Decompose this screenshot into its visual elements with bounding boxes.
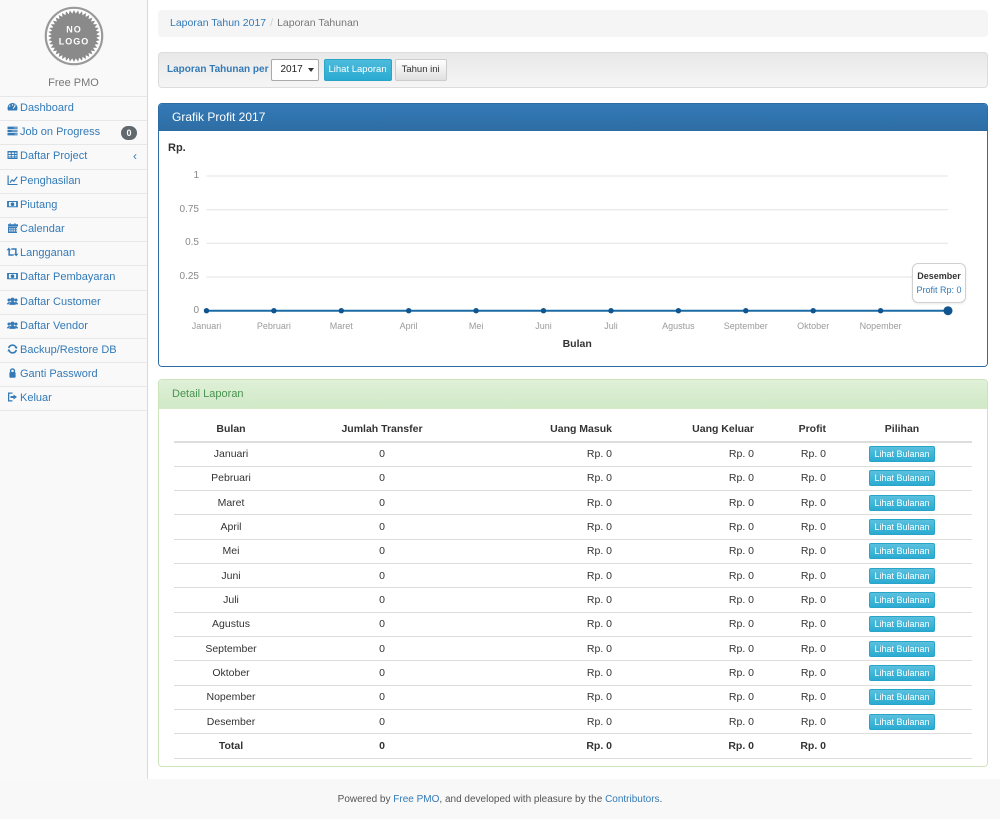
svg-text:LOGO: LOGO — [58, 37, 89, 47]
svg-text:NO: NO — [66, 25, 82, 35]
